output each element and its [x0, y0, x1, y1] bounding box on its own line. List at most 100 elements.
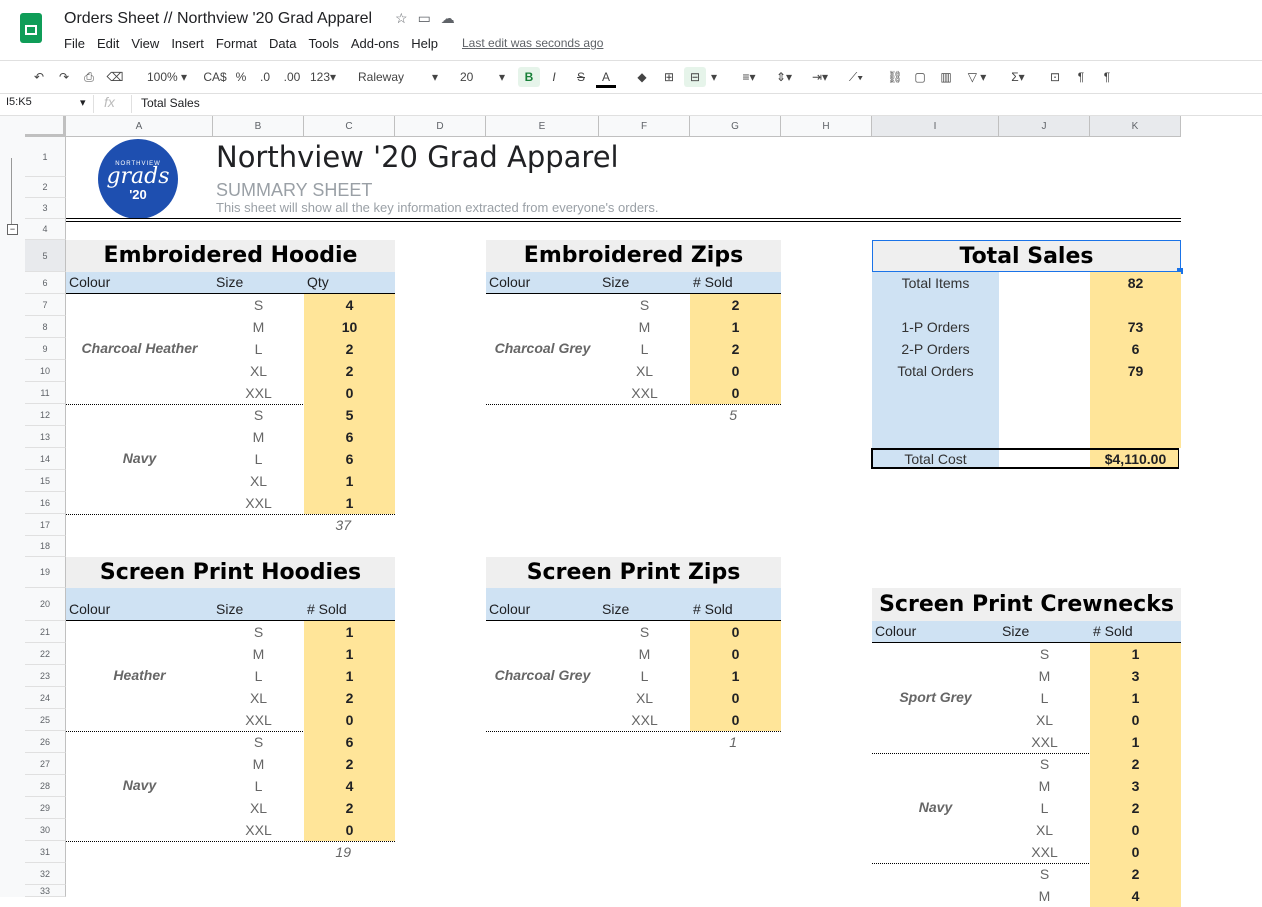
- row-header-18[interactable]: 18: [25, 536, 66, 557]
- row-header-28[interactable]: 28: [25, 775, 66, 797]
- row-header-22[interactable]: 22: [25, 643, 66, 665]
- row-header-16[interactable]: 16: [25, 492, 66, 514]
- move-folder-icon[interactable]: ▭: [418, 10, 441, 26]
- row-header-21[interactable]: 21: [25, 621, 66, 643]
- menu-help[interactable]: Help: [411, 36, 438, 51]
- row-header-11[interactable]: 11: [25, 382, 66, 404]
- row-header-24[interactable]: 24: [25, 687, 66, 709]
- menu-tools[interactable]: Tools: [308, 36, 338, 51]
- more-formats-button[interactable]: 123▾: [308, 67, 338, 87]
- name-box[interactable]: I5:K5 ▾: [6, 96, 86, 109]
- column-header-a[interactable]: A: [66, 116, 213, 137]
- rtl-icon[interactable]: ¶: [1098, 67, 1116, 87]
- zoom-select[interactable]: 100% ▾: [142, 67, 192, 87]
- menu-file[interactable]: File: [64, 36, 85, 51]
- row-header-7[interactable]: 7: [25, 294, 66, 316]
- row-header-17[interactable]: 17: [25, 514, 66, 536]
- row-header-13[interactable]: 13: [25, 426, 66, 448]
- undo-icon[interactable]: ↶: [30, 67, 48, 87]
- borders-icon[interactable]: ⊞: [659, 67, 679, 87]
- row-header-6[interactable]: 6: [25, 272, 66, 294]
- column-header-k[interactable]: K: [1090, 116, 1181, 137]
- row-header-12[interactable]: 12: [25, 404, 66, 426]
- merge-cells-icon[interactable]: ⊟: [684, 67, 706, 87]
- redo-icon[interactable]: ↷: [55, 67, 73, 87]
- row-header-10[interactable]: 10: [25, 360, 66, 382]
- align-vertical-icon[interactable]: ⇕▾: [770, 67, 798, 87]
- menu-edit[interactable]: Edit: [97, 36, 119, 51]
- menu-insert[interactable]: Insert: [171, 36, 204, 51]
- filter-icon[interactable]: ▽ ▾: [962, 67, 992, 87]
- strikethrough-button[interactable]: S: [572, 67, 590, 87]
- row-header-9[interactable]: 9: [25, 338, 66, 360]
- row-header-29[interactable]: 29: [25, 797, 66, 819]
- row-header-8[interactable]: 8: [25, 316, 66, 338]
- text-wrapping-icon[interactable]: ⇥▾: [806, 67, 834, 87]
- align-horizontal-icon[interactable]: ≡▾: [735, 67, 763, 87]
- column-header-f[interactable]: F: [599, 116, 690, 137]
- document-title[interactable]: Orders Sheet // Northview '20 Grad Appar…: [64, 10, 372, 28]
- collapse-group-button[interactable]: −: [7, 224, 18, 235]
- last-edit-link[interactable]: Last edit was seconds ago: [462, 36, 603, 50]
- increase-decimal-button[interactable]: .00: [281, 67, 303, 87]
- menu-addons[interactable]: Add-ons: [351, 36, 399, 51]
- row-header-25[interactable]: 25: [25, 709, 66, 731]
- menu-format[interactable]: Format: [216, 36, 257, 51]
- column-header-g[interactable]: G: [690, 116, 781, 137]
- sp_zips-size: XXL: [631, 712, 658, 728]
- row-header-30[interactable]: 30: [25, 819, 66, 841]
- column-header-d[interactable]: D: [395, 116, 486, 137]
- font-select[interactable]: Raleway ▾: [352, 67, 442, 87]
- decrease-decimal-button[interactable]: .0: [255, 67, 275, 87]
- sp_zips-qty: 0: [731, 624, 740, 640]
- ltr-icon[interactable]: ¶: [1072, 67, 1090, 87]
- freeze-icon[interactable]: ⊡: [1046, 67, 1064, 87]
- row-header-14[interactable]: 14: [25, 448, 66, 470]
- star-icon[interactable]: ☆: [395, 10, 418, 26]
- column-header-b[interactable]: B: [213, 116, 304, 137]
- column-header-h[interactable]: H: [781, 116, 872, 137]
- sheet-subtitle: SUMMARY SHEET: [216, 180, 373, 200]
- sp_zips-total: 1: [729, 734, 737, 750]
- font-size-select[interactable]: 20 ▾: [454, 67, 509, 87]
- cloud-saved-icon[interactable]: ☁: [441, 10, 465, 26]
- column-header-c[interactable]: C: [304, 116, 395, 137]
- paint-format-icon[interactable]: ⌫: [106, 67, 124, 87]
- row-header-20[interactable]: 20: [25, 588, 66, 621]
- menu-view[interactable]: View: [131, 36, 159, 51]
- text-rotation-icon[interactable]: ⟋▾: [842, 67, 870, 87]
- bold-button[interactable]: B: [518, 67, 540, 87]
- column-header-e[interactable]: E: [486, 116, 599, 137]
- sheets-logo-icon[interactable]: [20, 13, 42, 43]
- italic-button[interactable]: I: [545, 67, 563, 87]
- row-header-23[interactable]: 23: [25, 665, 66, 687]
- row-header-33[interactable]: 33: [25, 885, 66, 897]
- fill-color-icon[interactable]: ◆: [632, 67, 652, 87]
- row-header-4[interactable]: 4: [25, 219, 66, 240]
- currency-button[interactable]: CA$: [202, 67, 228, 87]
- merge-dropdown-icon[interactable]: ▾: [708, 67, 720, 87]
- insert-chart-icon[interactable]: ▥: [937, 67, 955, 87]
- insert-comment-icon[interactable]: ▢: [911, 67, 929, 87]
- row-header-5[interactable]: 5: [25, 240, 66, 272]
- percent-button[interactable]: %: [234, 67, 248, 87]
- print-icon[interactable]: ⎙: [80, 67, 98, 87]
- column-header-i[interactable]: I: [872, 116, 999, 137]
- row-header-27[interactable]: 27: [25, 753, 66, 775]
- formula-input[interactable]: Total Sales: [141, 96, 200, 110]
- row-header-2[interactable]: 2: [25, 177, 66, 198]
- row-header-1[interactable]: 1: [25, 137, 66, 177]
- functions-icon[interactable]: Σ▾: [1004, 67, 1032, 87]
- emb_hoodie-size: XXL: [245, 385, 272, 401]
- column-header-j[interactable]: J: [999, 116, 1090, 137]
- row-header-32[interactable]: 32: [25, 863, 66, 885]
- select-all-corner[interactable]: [25, 116, 66, 137]
- row-header-19[interactable]: 19: [25, 557, 66, 588]
- menu-data[interactable]: Data: [269, 36, 296, 51]
- row-header-26[interactable]: 26: [25, 731, 66, 753]
- row-header-15[interactable]: 15: [25, 470, 66, 492]
- row-header-3[interactable]: 3: [25, 198, 66, 219]
- insert-link-icon[interactable]: ⛓: [886, 67, 904, 87]
- row-header-31[interactable]: 31: [25, 841, 66, 863]
- text-color-button[interactable]: A: [596, 67, 616, 88]
